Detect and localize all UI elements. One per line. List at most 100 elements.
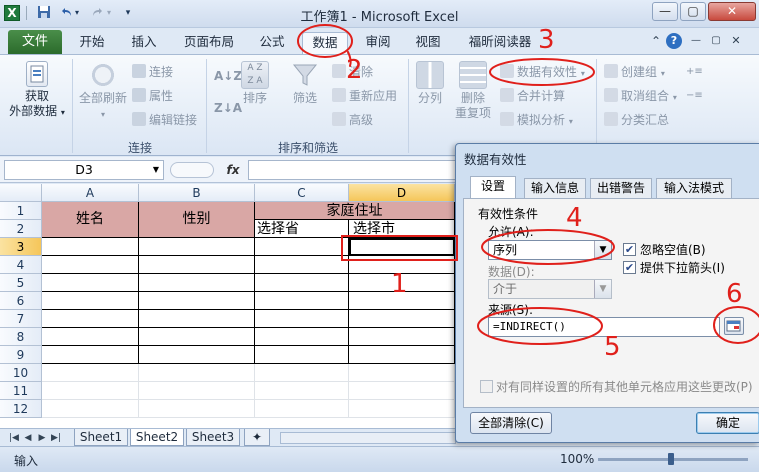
cell-c4[interactable] [255,256,349,274]
row-header-9[interactable]: 9 [0,346,42,364]
cell-b8[interactable] [139,328,255,346]
cell-c3[interactable] [255,238,349,256]
cell-d9[interactable] [349,346,455,364]
help-icon[interactable]: ? [666,33,682,49]
cell-a3[interactable] [42,238,139,256]
consolidate-button[interactable]: 合并计算 [500,87,565,105]
cell-c12[interactable] [255,400,349,418]
tab-home[interactable]: 开始 [70,32,114,54]
row-header-7[interactable]: 7 [0,310,42,328]
cell-a6[interactable] [42,292,139,310]
row-header-6[interactable]: 6 [0,292,42,310]
zoom-level[interactable]: 100% [560,452,594,466]
cell-c10[interactable] [255,364,349,382]
tab-view[interactable]: 视图 [406,32,450,54]
allow-dropdown-icon[interactable]: ▼ [594,241,611,259]
clear-all-button[interactable]: 全部清除(C) [470,412,552,434]
row-header-10[interactable]: 10 [0,364,42,382]
last-sheet-icon[interactable]: ▶| [50,431,62,445]
minimize-button[interactable]: — [652,2,678,21]
ignore-blank-checkbox[interactable]: ✔ [623,243,636,256]
cell-c8[interactable] [255,328,349,346]
formula-bar-resize-handle[interactable] [170,162,214,178]
row-header-8[interactable]: 8 [0,328,42,346]
insert-function-icon[interactable]: fx [222,161,244,179]
cell-a1-name-header[interactable]: 姓名 [42,202,139,238]
dialog-tab-ime-mode[interactable]: 输入法模式 [656,178,732,198]
cell-c2-province-header[interactable]: 选择省 [255,220,349,238]
workbook-restore-icon[interactable]: ▢ [708,33,724,49]
cell-b1-gender-header[interactable]: 性别 [139,202,255,238]
row-header-4[interactable]: 4 [0,256,42,274]
cell-d8[interactable] [349,328,455,346]
cell-d4[interactable] [349,256,455,274]
cell-d5[interactable] [349,274,455,292]
first-sheet-icon[interactable]: |◀ [8,431,20,445]
cell-b12[interactable] [139,400,255,418]
cell-a8[interactable] [42,328,139,346]
name-box-dropdown-icon[interactable]: ▼ [153,161,159,179]
cell-b5[interactable] [139,274,255,292]
cell-d12[interactable] [349,400,455,418]
restore-button[interactable]: ▢ [680,2,706,21]
clear-button[interactable]: 清除 [332,63,373,81]
filter-button[interactable]: 筛选 [286,61,324,106]
row-header-5[interactable]: 5 [0,274,42,292]
row-header-1[interactable]: 1 [0,202,42,220]
source-input[interactable]: =INDIRECT() [488,317,720,337]
properties-button[interactable]: 属性 [132,87,173,105]
next-sheet-icon[interactable]: ▶ [36,431,48,445]
tab-data[interactable]: 数据 [302,32,348,54]
sort-button[interactable]: A ZZ A 排序 [238,61,272,106]
horizontal-scrollbar[interactable] [280,432,456,444]
allow-select[interactable]: 序列 ▼ [488,240,612,260]
collapse-ribbon-icon[interactable]: ⌃ [648,33,664,49]
tab-formulas[interactable]: 公式 [250,32,294,54]
insert-sheet-icon[interactable]: ✦ [244,429,270,446]
subtotal-button[interactable]: 分类汇总 [604,111,669,129]
sheet-tab-3[interactable]: Sheet3 [186,429,240,446]
cell-a7[interactable] [42,310,139,328]
cell-c11[interactable] [255,382,349,400]
cell-a12[interactable] [42,400,139,418]
cell-b3[interactable] [139,238,255,256]
cell-c1-address-header[interactable]: 家庭住址 [255,202,455,220]
data-dropdown-icon[interactable]: ▼ [594,280,611,298]
row-header-3[interactable]: 3 [0,238,42,256]
workbook-minimize-icon[interactable]: — [688,33,704,49]
cell-a4[interactable] [42,256,139,274]
cell-b4[interactable] [139,256,255,274]
data-validation-button[interactable]: 数据有效性 ▾ [500,63,585,81]
select-all-corner[interactable] [0,184,42,202]
sheet-tab-2[interactable]: Sheet2 [130,429,184,446]
close-button[interactable]: ✕ [708,2,756,21]
cell-d6[interactable] [349,292,455,310]
dialog-tab-error-alert[interactable]: 出错警告 [590,178,652,198]
cell-a11[interactable] [42,382,139,400]
tab-foxit-reader[interactable]: 福昕阅读器 [460,32,540,54]
refresh-all-button[interactable]: 全部刷新 ▾ [76,61,130,122]
cell-b9[interactable] [139,346,255,364]
column-header-b[interactable]: B [139,184,255,202]
cell-d7[interactable] [349,310,455,328]
group-button[interactable]: 创建组 ▾ [604,63,665,81]
column-header-c[interactable]: C [255,184,349,202]
tab-review[interactable]: 审阅 [356,32,400,54]
cell-d2-city-header[interactable]: 选择市 [349,220,455,238]
zoom-slider-handle[interactable] [668,453,674,465]
workbook-close-icon[interactable]: ✕ [728,33,744,49]
sheet-tab-1[interactable]: Sheet1 [74,429,128,446]
cell-c6[interactable] [255,292,349,310]
row-header-12[interactable]: 12 [0,400,42,418]
dialog-tab-settings[interactable]: 设置 [470,176,516,199]
active-cell-d3[interactable] [349,238,455,256]
cell-d11[interactable] [349,382,455,400]
remove-duplicates-button[interactable]: 删除 重复项 [452,61,494,121]
cell-a10[interactable] [42,364,139,382]
column-header-a[interactable]: A [42,184,139,202]
ok-button[interactable]: 确定 [696,412,759,434]
get-external-data-button[interactable]: 获取 外部数据 ▾ [6,61,68,120]
connections-button[interactable]: 连接 [132,63,173,81]
row-header-11[interactable]: 11 [0,382,42,400]
row-header-2[interactable]: 2 [0,220,42,238]
